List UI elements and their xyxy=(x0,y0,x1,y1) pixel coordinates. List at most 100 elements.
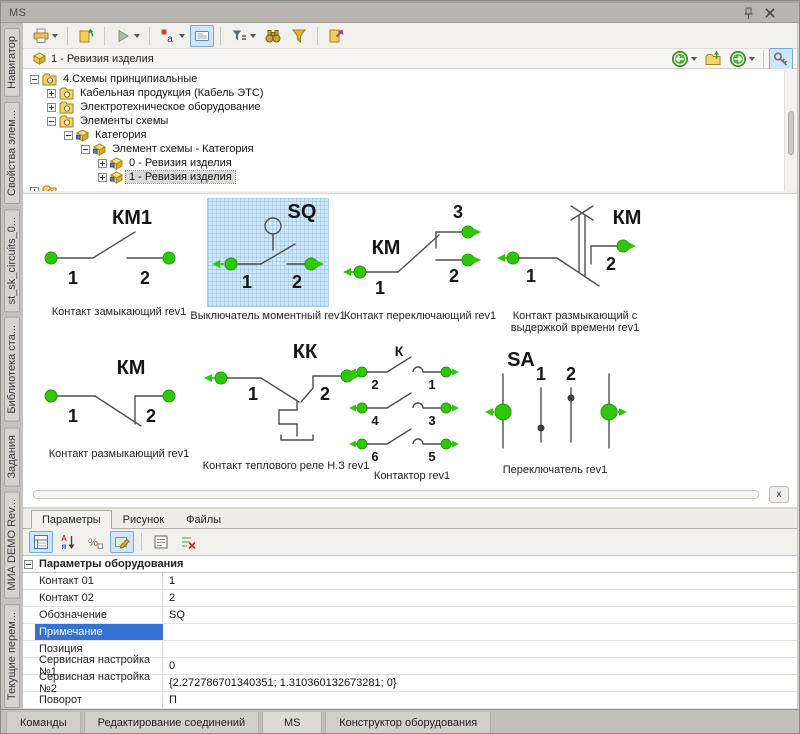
property-value[interactable]: 0 xyxy=(163,658,797,674)
property-row[interactable]: Контакт 02 2 xyxy=(23,590,797,607)
property-value[interactable]: SQ xyxy=(163,607,797,623)
expand-icon[interactable] xyxy=(47,103,56,112)
property-name[interactable]: Обозначение xyxy=(35,607,163,623)
folder-search-icon xyxy=(59,101,74,114)
property-row-selected[interactable]: Примечание xyxy=(23,624,797,641)
expand-icon[interactable] xyxy=(47,89,56,98)
mode-tab-connection-editing[interactable]: Редактирование соединений xyxy=(84,712,260,733)
symbol-tile-selector-switch[interactable]: SA 1 2 Переключатель rev1 xyxy=(475,344,635,476)
categorized-view-button[interactable] xyxy=(29,531,53,553)
sort-marker-button[interactable]: a xyxy=(156,25,188,47)
back-button[interactable] xyxy=(668,48,700,70)
property-row[interactable]: Обозначение SQ xyxy=(23,607,797,624)
property-value[interactable] xyxy=(163,624,797,640)
tab-files[interactable]: Файлы xyxy=(175,510,232,529)
sidebar-tab-mia-demo[interactable]: МИА DEMO Rev... xyxy=(4,491,20,598)
close-x-button[interactable]: x xyxy=(769,486,789,503)
pin-icon[interactable] xyxy=(741,6,755,20)
sidebar-tab-library[interactable]: Библиотека ста... xyxy=(4,317,20,422)
symbol-tile-nc-time-delay[interactable]: КМ 1 2 Контакт размыкающий с выдержкой в… xyxy=(493,202,657,334)
filter-settings-button[interactable] xyxy=(227,25,259,47)
symbol-tile-contactor[interactable]: К 2 1 4 3 6 xyxy=(347,344,477,482)
tree-item-scheme-elements[interactable]: Элементы схемы xyxy=(23,114,784,128)
tree-item-electro[interactable]: Электротехническое оборудование xyxy=(23,100,784,114)
tree-scrollbar[interactable] xyxy=(784,69,797,191)
property-row[interactable]: Контакт 01 1 xyxy=(23,573,797,590)
tree-item-clipped[interactable] xyxy=(23,184,784,191)
forward-button[interactable] xyxy=(726,48,758,70)
property-value[interactable] xyxy=(163,641,797,657)
card-view-toggle[interactable] xyxy=(190,25,214,47)
close-icon[interactable] xyxy=(763,6,777,20)
percent-settings-button[interactable]: % xyxy=(83,531,107,553)
property-name[interactable]: Сервисная настройка №2 xyxy=(35,675,163,691)
symbol-tile-nc-contact[interactable]: КМ 1 2 Контакт размыкающий rev1 xyxy=(33,344,205,460)
folder-up-icon xyxy=(704,50,722,68)
tree-item-category[interactable]: Категория xyxy=(23,128,784,142)
tree-scrollbar-thumb[interactable] xyxy=(788,111,794,155)
expand-icon[interactable] xyxy=(98,159,107,168)
run-button[interactable] xyxy=(111,25,143,47)
edit-mode-button[interactable] xyxy=(110,531,134,553)
mode-tab-equipment-designer[interactable]: Конструктор оборудования xyxy=(325,712,491,733)
property-row[interactable]: Сервисная настройка №2 {2.27278670134035… xyxy=(23,675,797,692)
reset-values-button[interactable] xyxy=(176,531,200,553)
symbol-caption: Контакт замыкающий rev1 xyxy=(33,306,205,318)
collapse-icon[interactable] xyxy=(24,560,33,569)
mode-tab-ms[interactable]: MS xyxy=(262,712,322,733)
property-name[interactable]: Контакт 01 xyxy=(35,573,163,589)
key-toggle-button[interactable] xyxy=(769,48,793,70)
revision-selector-row[interactable]: 1 - Ревизия изделия xyxy=(23,49,797,69)
symbol-tag-text: SQ xyxy=(288,201,317,223)
property-value[interactable]: П xyxy=(163,692,797,708)
property-value[interactable]: {2.272786701340351; 1.310360132673281; 0… xyxy=(163,675,797,691)
sidebar-tab-st-sk-circuits[interactable]: st_sk_circuits_0... xyxy=(4,209,20,312)
expand-icon[interactable] xyxy=(30,187,39,192)
sort-alphabetical-button[interactable]: Ая xyxy=(56,531,80,553)
selector-switch-symbol: SA 1 2 xyxy=(475,344,635,456)
tree-item-revision-1[interactable]: 1 - Ревизия изделия xyxy=(23,170,784,184)
print-button[interactable] xyxy=(29,25,61,47)
symbol-tile-changeover-contact[interactable]: КМ 1 2 3 Контакт переключающий rev1 xyxy=(339,202,501,322)
sidebar-tab-properties[interactable]: Свойства элем... xyxy=(4,102,20,204)
property-name[interactable]: Контакт 02 xyxy=(35,590,163,606)
dropdown-caret-icon xyxy=(134,34,140,38)
sidebar-tab-tasks[interactable]: Задания xyxy=(4,427,20,486)
symbol-tile-no-contact[interactable]: КМ1 1 2 Контакт замыкающий rev1 xyxy=(33,202,205,318)
revision-cube-icon xyxy=(33,52,46,65)
refresh-button[interactable] xyxy=(74,25,98,47)
collapse-icon[interactable] xyxy=(81,145,90,154)
tree-item-revision-0[interactable]: 0 - Ревизия изделия xyxy=(23,156,784,170)
property-group-row[interactable]: Параметры оборудования xyxy=(23,556,797,573)
tree-item-schemes[interactable]: 4.Схемы принципиальные xyxy=(23,72,784,86)
property-value[interactable]: 1 xyxy=(163,573,797,589)
property-name[interactable]: Примечание xyxy=(35,624,163,640)
terminal-number: 1 xyxy=(68,268,78,288)
tree-item-element-category[interactable]: Элемент схемы - Категория xyxy=(23,142,784,156)
export-button[interactable] xyxy=(324,25,348,47)
key-icon xyxy=(772,50,790,68)
terminal-number: 1 xyxy=(526,266,536,286)
folder-up-button[interactable] xyxy=(701,48,725,70)
collapse-icon[interactable] xyxy=(64,131,73,140)
property-pages-button[interactable] xyxy=(149,531,173,553)
collapse-icon[interactable] xyxy=(30,75,39,84)
terminal-number: 1 xyxy=(242,272,252,292)
find-button[interactable] xyxy=(261,25,285,47)
sidebar-tab-current-vars[interactable]: Текущие перем... xyxy=(4,604,20,708)
property-row[interactable]: Поворот П xyxy=(23,692,797,709)
property-value[interactable]: 2 xyxy=(163,590,797,606)
funnel-filter-button[interactable] xyxy=(287,25,311,47)
tab-drawing[interactable]: Рисунок xyxy=(112,510,176,529)
symbol-tile-momentary-switch-selected[interactable]: SQ 1 2 Выключатель моментный rev1 xyxy=(181,198,355,322)
percent-icon: % xyxy=(86,533,104,551)
collapse-icon[interactable] xyxy=(47,117,56,126)
folder-search-icon xyxy=(42,185,57,192)
expand-icon[interactable] xyxy=(98,173,107,182)
property-name[interactable]: Поворот xyxy=(35,692,163,708)
tree-item-cables[interactable]: Кабельная продукция (Кабель ЭТС) xyxy=(23,86,784,100)
tab-parameters[interactable]: Параметры xyxy=(31,510,112,529)
mode-tab-commands[interactable]: Команды xyxy=(6,712,81,733)
symbols-horizontal-scrollbar[interactable] xyxy=(33,490,759,499)
sidebar-tab-navigator[interactable]: Навигатор xyxy=(4,28,20,97)
